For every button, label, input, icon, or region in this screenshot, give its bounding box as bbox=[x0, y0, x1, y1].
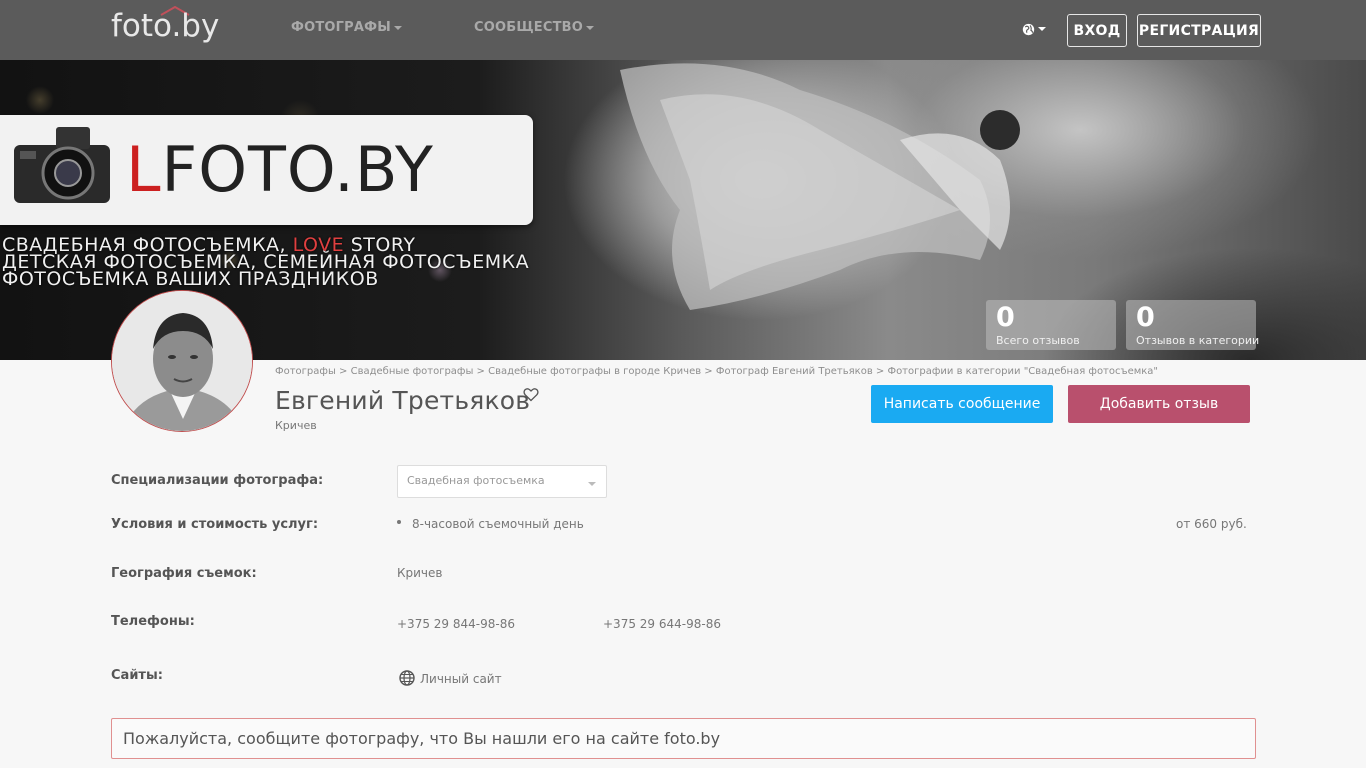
lfoto-brand-text: LFOTO.BY bbox=[126, 133, 434, 206]
specializations-label: Специализации фотографа: bbox=[111, 473, 324, 488]
login-button[interactable]: ВХОД bbox=[1067, 14, 1127, 47]
language-selector[interactable] bbox=[1022, 21, 1046, 37]
stat-total-reviews: 0 Всего отзывов bbox=[986, 300, 1116, 350]
camera-icon bbox=[14, 127, 110, 203]
specialization-select[interactable]: Свадебная фотосъемка bbox=[397, 465, 607, 498]
geography-value: Кричев bbox=[397, 566, 443, 580]
nav-photographers-label: ФОТОГРАФЫ bbox=[291, 20, 391, 35]
top-navigation-bar: foto.by ФОТОГРАФЫ СООБЩЕСТВО ВХОД РЕГИСТ… bbox=[0, 0, 1366, 60]
add-review-button[interactable]: Добавить отзыв bbox=[1068, 385, 1250, 423]
stat-category-reviews-label: Отзывов в категории bbox=[1136, 334, 1260, 347]
avatar-photo bbox=[112, 291, 252, 431]
services-label: Условия и стоимость услуг: bbox=[111, 517, 319, 532]
specialization-selected-value: Свадебная фотосъемка bbox=[407, 474, 545, 487]
geography-label: География съемок: bbox=[111, 566, 257, 581]
register-button[interactable]: РЕГИСТРАЦИЯ bbox=[1137, 14, 1261, 47]
site-logo[interactable]: foto.by bbox=[111, 8, 219, 44]
service-price: от 660 руб. bbox=[1176, 517, 1247, 531]
phone-1[interactable]: +375 29 844-98-86 bbox=[397, 617, 515, 631]
breadcrumb[interactable]: Фотографы > Свадебные фотографы > Свадеб… bbox=[275, 366, 1158, 377]
personal-site-link[interactable]: Личный сайт bbox=[420, 672, 502, 686]
lfoto-brand-prefix: L bbox=[126, 133, 162, 206]
notice-box: Пожалуйста, сообщите фотографу, что Вы н… bbox=[111, 718, 1256, 759]
lfoto-logo-banner: LFOTO.BY bbox=[0, 115, 533, 225]
cover-photo-dress bbox=[620, 63, 1020, 311]
photographer-name: Евгений Третьяков bbox=[275, 386, 531, 415]
chevron-down-icon bbox=[1038, 27, 1046, 31]
notice-text: Пожалуйста, сообщите фотографу, что Вы н… bbox=[123, 729, 721, 748]
photographer-city: Кричев bbox=[275, 419, 317, 432]
chevron-down-icon bbox=[588, 482, 596, 486]
lfoto-brand-rest: FOTO.BY bbox=[161, 133, 434, 206]
phones-label: Телефоны: bbox=[111, 614, 195, 629]
write-message-button[interactable]: Написать сообщение bbox=[871, 385, 1053, 423]
cover-slogan-line-3: ФОТОСЪЕМКА ВАШИХ ПРАЗДНИКОВ bbox=[2, 268, 379, 290]
nav-photographers[interactable]: ФОТОГРАФЫ bbox=[291, 20, 402, 35]
stat-category-reviews: 0 Отзывов в категории bbox=[1126, 300, 1260, 350]
stat-category-reviews-value: 0 bbox=[1136, 302, 1155, 333]
heart-icon[interactable] bbox=[523, 387, 539, 402]
phone-2[interactable]: +375 29 644-98-86 bbox=[603, 617, 721, 631]
stat-total-reviews-label: Всего отзывов bbox=[996, 334, 1080, 347]
nav-community[interactable]: СООБЩЕСТВО bbox=[474, 20, 595, 35]
service-name: 8-часовой съемочный день bbox=[412, 517, 584, 531]
sites-label: Сайты: bbox=[111, 668, 163, 683]
chevron-down-icon bbox=[393, 25, 402, 30]
globe-icon bbox=[1022, 23, 1035, 35]
nav-community-label: СООБЩЕСТВО bbox=[474, 20, 584, 35]
globe-icon bbox=[399, 670, 415, 686]
chevron-down-icon bbox=[586, 25, 595, 30]
list-bullet bbox=[397, 520, 401, 524]
avatar[interactable] bbox=[111, 290, 253, 432]
stat-total-reviews-value: 0 bbox=[996, 302, 1015, 333]
